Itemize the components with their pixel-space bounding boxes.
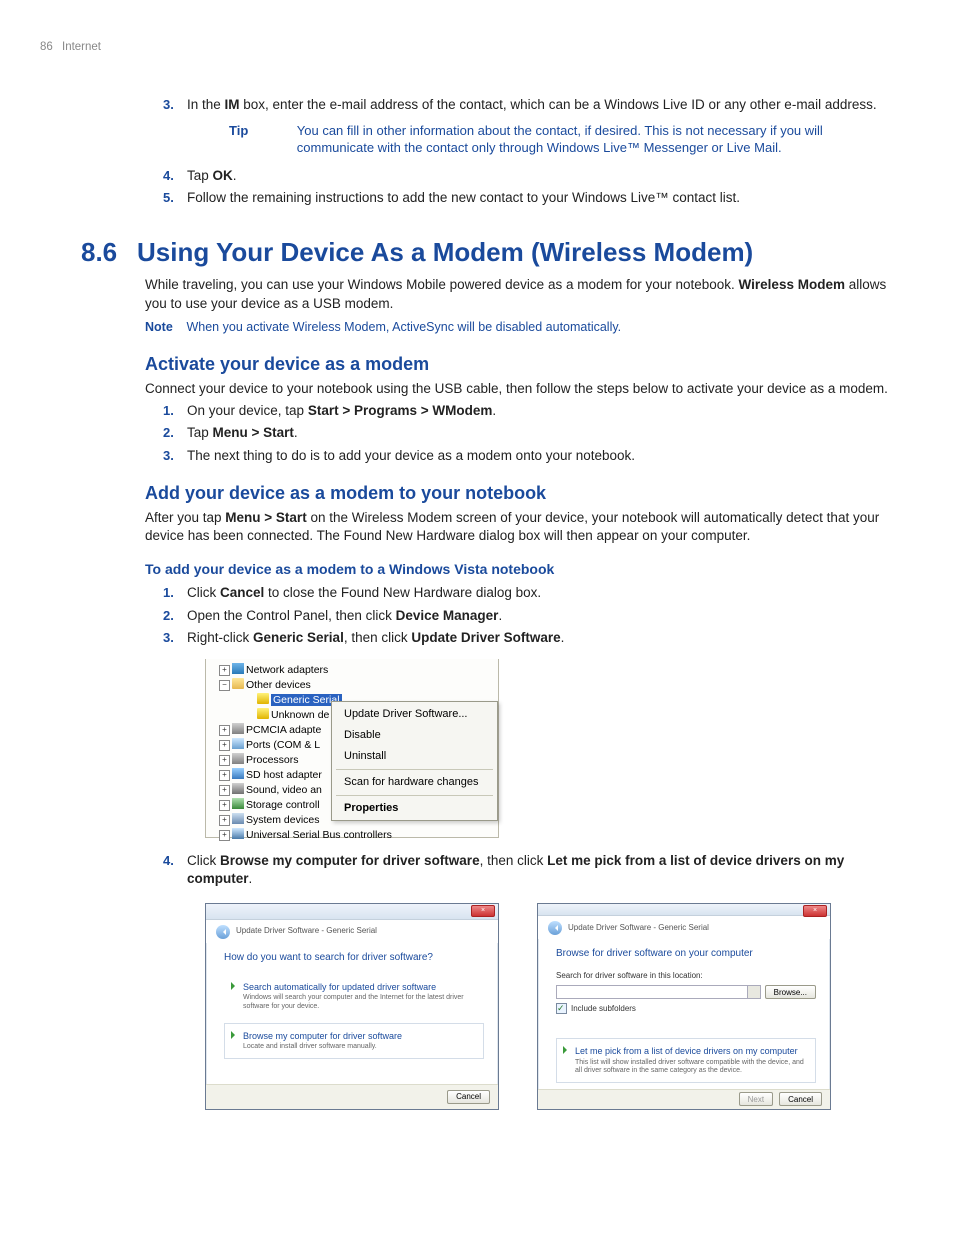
device-manager-screenshot: +Network adapters −Other devices Generic… (205, 659, 499, 838)
arrow-icon (229, 982, 237, 990)
context-menu: Update Driver Software... Disable Uninst… (331, 701, 498, 821)
page-header: 86 Internet (40, 40, 894, 56)
update-driver-dialog-2: × Update Driver Software - Generic Seria… (537, 903, 831, 1110)
dialog-titlebar: × (538, 904, 830, 917)
sound-icon (232, 783, 244, 794)
cancel-button[interactable]: Cancel (447, 1090, 490, 1104)
tip-label: Tip (229, 122, 293, 140)
page-section: Internet (62, 41, 101, 53)
step-3: 3. In the IM box, enter the e-mail addre… (145, 96, 894, 157)
option-browse-computer[interactable]: Browse my computer for driver software L… (224, 1023, 484, 1059)
subheading-vista: To add your device as a modem to a Windo… (145, 560, 894, 579)
page-number: 86 (40, 41, 53, 53)
warning-icon (257, 693, 269, 704)
a-step-2: 2. Tap Menu > Start. (145, 424, 894, 442)
section-intro: While traveling, you can use your Window… (145, 276, 894, 312)
ctx-separator (336, 795, 493, 796)
include-subfolders-checkbox[interactable]: Include subfolders (556, 1003, 816, 1014)
arrow-icon (229, 1031, 237, 1039)
subheading-activate: Activate your device as a modem (145, 352, 894, 376)
dialog-heading: Browse for driver software on your compu… (556, 947, 816, 961)
activate-intro: Connect your device to your notebook usi… (145, 380, 894, 398)
folder-icon (232, 678, 244, 689)
network-icon (232, 663, 244, 674)
subheading-add-modem: Add your device as a modem to your noteb… (145, 481, 894, 505)
dialog-question: How do you want to search for driver sof… (224, 951, 484, 965)
location-label: Search for driver software in this locat… (556, 971, 816, 982)
close-icon[interactable]: × (471, 905, 495, 917)
next-button[interactable]: Next (739, 1092, 773, 1106)
storage-icon (232, 798, 244, 809)
ctx-update-driver[interactable]: Update Driver Software... (332, 704, 497, 725)
update-driver-dialog-1: × Update Driver Software - Generic Seria… (205, 903, 499, 1110)
dialog-titlebar: × (206, 904, 498, 920)
note-label: Note (145, 319, 183, 336)
location-combo[interactable] (556, 985, 761, 999)
b-step-2: 2. Open the Control Panel, then click De… (145, 607, 894, 625)
cancel-button[interactable]: Cancel (779, 1092, 822, 1106)
option-search-automatically[interactable]: Search automatically for updated driver … (224, 974, 484, 1019)
back-icon[interactable] (216, 925, 230, 939)
a-step-1: 1. On your device, tap Start > Programs … (145, 402, 894, 420)
ctx-disable[interactable]: Disable (332, 725, 497, 746)
vista-steps-cont: 4. Click Browse my computer for driver s… (145, 852, 894, 888)
activate-steps: 1. On your device, tap Start > Programs … (145, 402, 894, 465)
step-5: 5. Follow the remaining instructions to … (145, 189, 894, 207)
vista-steps: 1. Click Cancel to close the Found New H… (145, 584, 894, 647)
top-steps: 3. In the IM box, enter the e-mail addre… (145, 96, 894, 208)
ctx-scan-hardware[interactable]: Scan for hardware changes (332, 772, 497, 793)
option-pick-from-list[interactable]: Let me pick from a list of device driver… (556, 1038, 816, 1083)
section-heading: 8.6Using Your Device As a Modem (Wireles… (81, 235, 894, 270)
a-step-3: 3. The next thing to do is to add your d… (145, 447, 894, 465)
step-4: 4. Tap OK. (145, 167, 894, 185)
pcmcia-icon (232, 723, 244, 734)
close-icon[interactable]: × (803, 905, 827, 917)
processor-icon (232, 753, 244, 764)
checkbox-icon (556, 1003, 567, 1014)
tree-network-adapters[interactable]: +Network adapters (206, 663, 498, 678)
add-modem-intro: After you tap Menu > Start on the Wirele… (145, 509, 894, 545)
usb-icon (232, 828, 244, 839)
tip-block: Tip You can fill in other information ab… (229, 122, 894, 157)
note-body: When you activate Wireless Modem, Active… (186, 319, 893, 336)
tip-body: You can fill in other information about … (297, 122, 890, 157)
breadcrumb: Update Driver Software - Generic Serial (568, 923, 709, 934)
note-block: Note When you activate Wireless Modem, A… (145, 319, 894, 336)
b-step-1: 1. Click Cancel to close the Found New H… (145, 584, 894, 602)
arrow-icon (561, 1046, 569, 1054)
sd-icon (232, 768, 244, 779)
breadcrumb: Update Driver Software - Generic Serial (236, 926, 377, 937)
b-step-3: 3. Right-click Generic Serial, then clic… (145, 629, 894, 647)
ctx-separator (336, 769, 493, 770)
ctx-uninstall[interactable]: Uninstall (332, 746, 497, 767)
ctx-properties[interactable]: Properties (332, 798, 497, 819)
b-step-4: 4. Click Browse my computer for driver s… (145, 852, 894, 888)
ports-icon (232, 738, 244, 749)
browse-button[interactable]: Browse... (765, 985, 816, 999)
back-icon[interactable] (548, 921, 562, 935)
warning-icon (257, 708, 269, 719)
tree-usb[interactable]: +Universal Serial Bus controllers (206, 828, 498, 843)
system-icon (232, 813, 244, 824)
